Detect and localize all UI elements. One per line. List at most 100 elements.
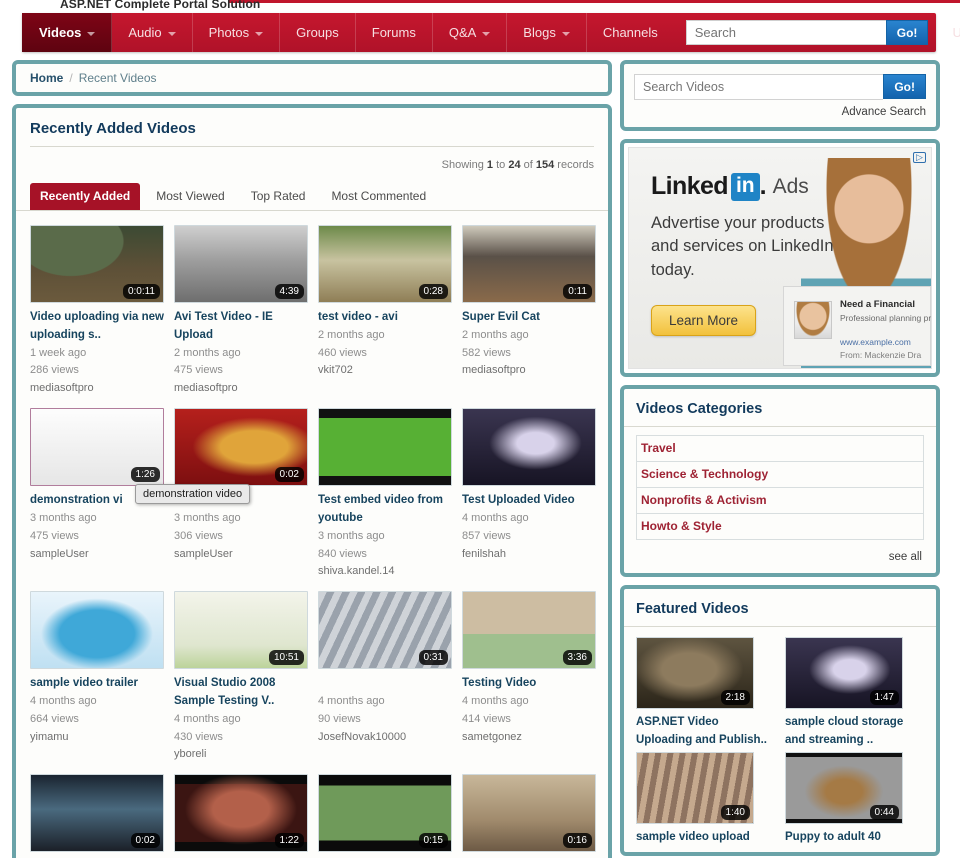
video-title[interactable]: Test Uploaded Video	[462, 492, 596, 510]
category-item-science-technology[interactable]: Science & Technology	[636, 461, 924, 487]
video-thumbnail[interactable]: 1:22	[174, 774, 308, 853]
video-card: 0:28 test video - avi 2 months ago 460 view…	[318, 225, 452, 408]
video-uploader[interactable]: yimamu	[30, 729, 164, 747]
top-strip: ASP.NET Complete Portal Solution	[0, 0, 960, 14]
video-thumbnail[interactable]	[462, 408, 596, 487]
video-thumbnail[interactable]: 0:16	[462, 774, 596, 853]
video-title[interactable]: Testing Video	[462, 675, 596, 693]
video-thumbnail[interactable]: 0:28	[318, 225, 452, 303]
video-title[interactable]: Avi Test Video - IE Upload	[174, 309, 308, 345]
see-all-link[interactable]: see all	[624, 544, 936, 573]
video-thumbnail[interactable]: 0:02	[30, 774, 164, 853]
video-thumbnail[interactable]: 4:39	[174, 225, 308, 303]
video-uploader[interactable]: sampleUser	[30, 546, 164, 564]
search-input[interactable]	[685, 20, 886, 45]
video-uploader[interactable]: sametgonez	[462, 729, 596, 747]
category-item-howto-style[interactable]: Howto & Style	[636, 513, 924, 540]
video-title-tooltip: demonstration video	[135, 484, 251, 505]
video-uploader[interactable]: mediasoftpro	[462, 362, 596, 380]
video-title[interactable]: sample video trailer	[30, 675, 164, 693]
nav-item-audio[interactable]: Audio	[112, 13, 193, 52]
records-total: 154	[535, 159, 555, 171]
video-title[interactable]: Video uploading via new uploading s..	[30, 309, 164, 345]
video-thumbnail[interactable]	[318, 408, 452, 487]
video-uploader[interactable]: JosefNovak10000	[318, 729, 452, 747]
featured-video-thumbnail[interactable]: 0:44	[785, 751, 903, 824]
tab-recently-added[interactable]: Recently Added	[30, 183, 141, 210]
tab-top-rated[interactable]: Top Rated	[241, 183, 316, 210]
linkedin-logo: Linked in . Ads	[651, 172, 809, 201]
advance-search-link[interactable]: Advance Search	[624, 100, 936, 127]
video-uploader[interactable]: sampleUser	[174, 546, 308, 564]
video-age: 4 months ago	[30, 694, 97, 707]
ad-card-body: Professional planning preparation for 20…	[840, 313, 932, 323]
video-title[interactable]: Visual Studio 2008 Sample Testing V..	[174, 675, 308, 711]
video-view-count: 840 views	[318, 547, 367, 560]
featured-video-title[interactable]: sample video upload	[636, 829, 775, 847]
sidebar-search-input[interactable]	[634, 74, 884, 100]
video-thumbnail[interactable]: 0:0:11	[30, 225, 164, 303]
video-uploader[interactable]: mediasoftpro	[174, 380, 308, 398]
video-age: 4 months ago	[462, 511, 529, 524]
left-column: Home / Recent Videos Recently Added Vide…	[12, 60, 612, 858]
nav-item-groups[interactable]: Groups	[280, 13, 356, 52]
tab-most-viewed[interactable]: Most Viewed	[146, 183, 234, 210]
nav-item-forums[interactable]: Forums	[356, 13, 433, 52]
video-uploader[interactable]: yboreli	[174, 746, 308, 764]
featured-video-title[interactable]: sample cloud storage and streaming ..	[785, 714, 924, 750]
nav-item-channels[interactable]: Channels	[587, 13, 674, 52]
featured-video-thumbnail[interactable]: 2:18	[636, 637, 754, 709]
video-duration-badge: 0:11	[563, 284, 592, 299]
video-age: 3 months ago	[318, 529, 385, 542]
video-uploader[interactable]: vkit702	[318, 362, 452, 380]
video-title[interactable]: Super Evil Cat	[462, 309, 596, 327]
video-view-count: 475 views	[174, 364, 223, 377]
video-uploader[interactable]: shiva.kandel.14	[318, 563, 452, 581]
categories-heading: Videos Categories	[624, 389, 936, 427]
search-go-button[interactable]: Go!	[885, 20, 929, 45]
video-uploader[interactable]: fenilshah	[462, 546, 596, 564]
nav-item-upload[interactable]: Upload	[938, 13, 960, 52]
video-view-count: 430 views	[174, 730, 223, 743]
video-thumbnail[interactable]: 0:02	[174, 408, 308, 487]
video-thumbnail[interactable]: 3:36	[462, 591, 596, 670]
category-item-nonprofits-activism[interactable]: Nonprofits & Activism	[636, 487, 924, 513]
breadcrumb-home[interactable]: Home	[30, 71, 63, 85]
nav-item-blogs[interactable]: Blogs	[507, 13, 587, 52]
linkedin-ad[interactable]: ▷ Linked in . Ads Advertise your product…	[628, 147, 932, 369]
video-thumbnail[interactable]	[30, 591, 164, 670]
featured-duration-badge: 2:18	[720, 690, 750, 705]
nav-label-videos: Videos	[39, 25, 82, 40]
video-thumbnail[interactable]: 0:31	[318, 591, 452, 670]
video-card: 0:0:11 Video uploading via new uploading …	[30, 225, 164, 408]
nav-item-videos[interactable]: Videos	[22, 13, 113, 52]
chevron-down-icon	[482, 31, 491, 36]
video-title[interactable]: Test embed video from youtube	[318, 492, 452, 528]
video-uploader[interactable]: mediasoftpro	[30, 380, 164, 398]
sidebar-search-go-button[interactable]: Go!	[883, 74, 926, 99]
featured-video-thumbnail[interactable]: 1:47	[785, 637, 903, 709]
video-view-count: 306 views	[174, 529, 223, 542]
video-thumbnail[interactable]: 0:15	[318, 774, 452, 853]
chevron-down-icon	[167, 31, 176, 36]
video-age: 3 months ago	[30, 511, 97, 524]
nav-item-qanda[interactable]: Q&A	[433, 13, 508, 52]
video-title[interactable]: test video - avi	[318, 309, 452, 327]
featured-video-title[interactable]: ASP.NET Video Uploading and Publish..	[636, 714, 775, 750]
video-card: Test Uploaded Video 4 months ago 857 views…	[462, 408, 596, 591]
video-duration-badge: 10:51	[268, 650, 304, 666]
featured-video-thumbnail[interactable]: 1:40	[636, 751, 754, 824]
video-card: 10:51 Visual Studio 2008 Sample Testing V…	[174, 591, 308, 774]
featured-video-card: 0:44 Puppy to adult 40	[785, 751, 924, 847]
page-root: ASP.NET Complete Portal Solution Videos …	[0, 0, 960, 858]
video-thumbnail[interactable]: 10:51	[174, 591, 308, 670]
tab-most-commented[interactable]: Most Commented	[321, 183, 436, 210]
category-item-travel[interactable]: Travel	[636, 435, 924, 461]
video-thumbnail[interactable]: 1:26	[30, 408, 164, 487]
learn-more-button[interactable]: Learn More	[651, 305, 757, 336]
featured-video-title[interactable]: Puppy to adult 40	[785, 829, 924, 847]
nav-item-photos[interactable]: Photos	[193, 13, 281, 52]
categories-list: Travel Science & Technology Nonprofits &…	[624, 427, 936, 544]
video-thumbnail[interactable]: 0:11	[462, 225, 596, 303]
video-duration-badge: 0:0:11	[122, 284, 160, 299]
